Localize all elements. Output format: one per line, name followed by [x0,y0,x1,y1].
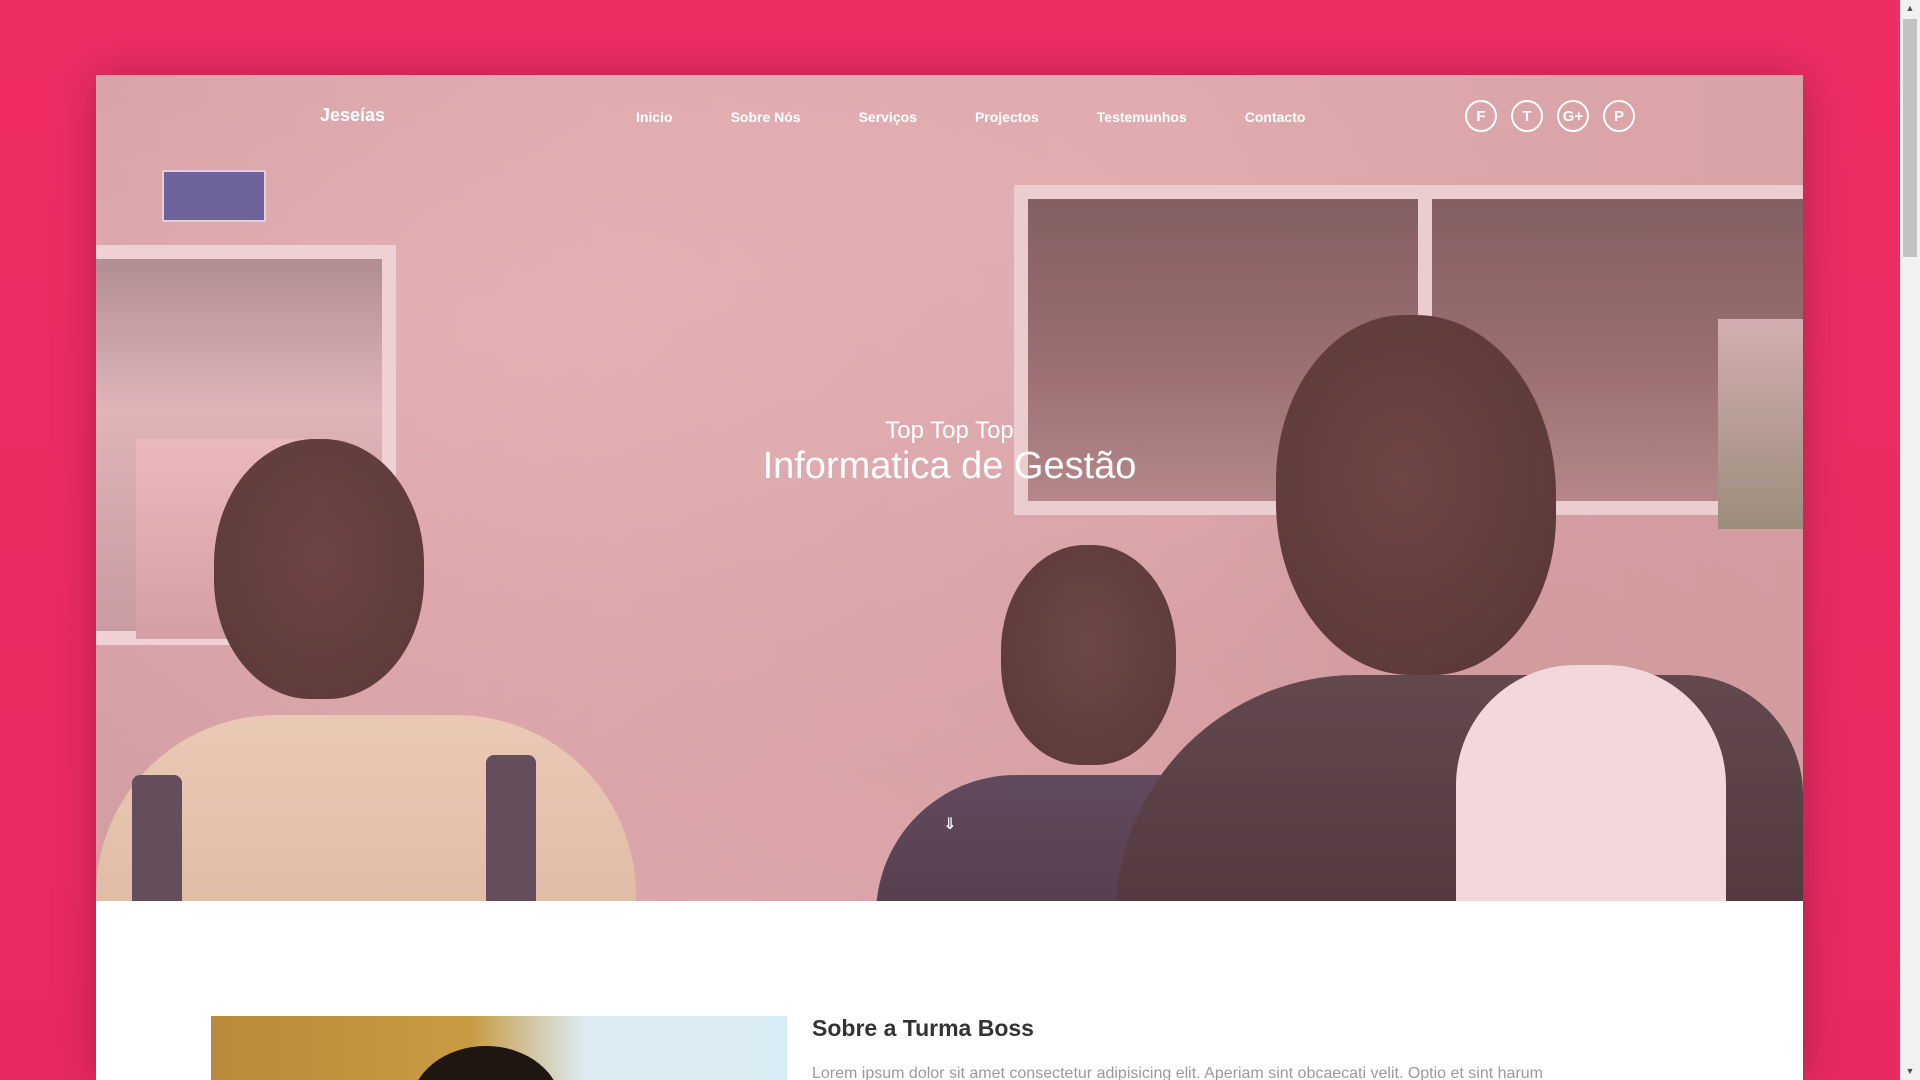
nav-item-servicos[interactable]: Serviços [859,109,917,125]
nav-item-projectos[interactable]: Projectos [975,109,1039,125]
main-nav: Inicio Sobre Nós Serviços Projectos Test… [636,109,1363,125]
hero-subtitle: Top Top Top [885,417,1014,444]
about-title: Sobre a Turma Boss [812,1015,1034,1041]
google-plus-icon[interactable]: G+ [1557,100,1589,132]
social-links: F T G+ P [1465,100,1635,132]
hero-section: Jeseías Inicio Sobre Nós Serviços Projec… [96,75,1803,901]
about-text: Lorem ipsum dolor sit amet consectetur a… [812,1065,1543,1080]
facebook-icon[interactable]: F [1465,100,1497,132]
about-image [211,1016,787,1080]
hero-overlay [96,75,1803,901]
twitter-icon[interactable]: T [1511,100,1543,132]
nav-item-inicio[interactable]: Inicio [636,109,673,125]
pinterest-icon[interactable]: P [1603,100,1635,132]
scroll-down-arrow-icon[interactable]: ▼ [1900,1063,1920,1080]
page-scrollbar[interactable]: ▲ ▼ [1900,0,1920,1080]
scroll-up-arrow-icon[interactable]: ▲ [1900,0,1920,17]
nav-item-sobre-nos[interactable]: Sobre Nós [731,109,801,125]
scrollbar-thumb[interactable] [1903,19,1917,257]
hero-text: Top Top Top Informatica de Gestão [96,417,1803,487]
nav-item-contacto[interactable]: Contacto [1245,109,1306,125]
hero-title: Informatica de Gestão [762,445,1137,487]
page-card: Jeseías Inicio Sobre Nós Serviços Projec… [96,75,1803,1080]
nav-item-testemunhos[interactable]: Testemunhos [1097,109,1187,125]
scroll-down-icon[interactable]: ⇓ [942,814,958,834]
brand-logo[interactable]: Jeseías [320,105,385,126]
